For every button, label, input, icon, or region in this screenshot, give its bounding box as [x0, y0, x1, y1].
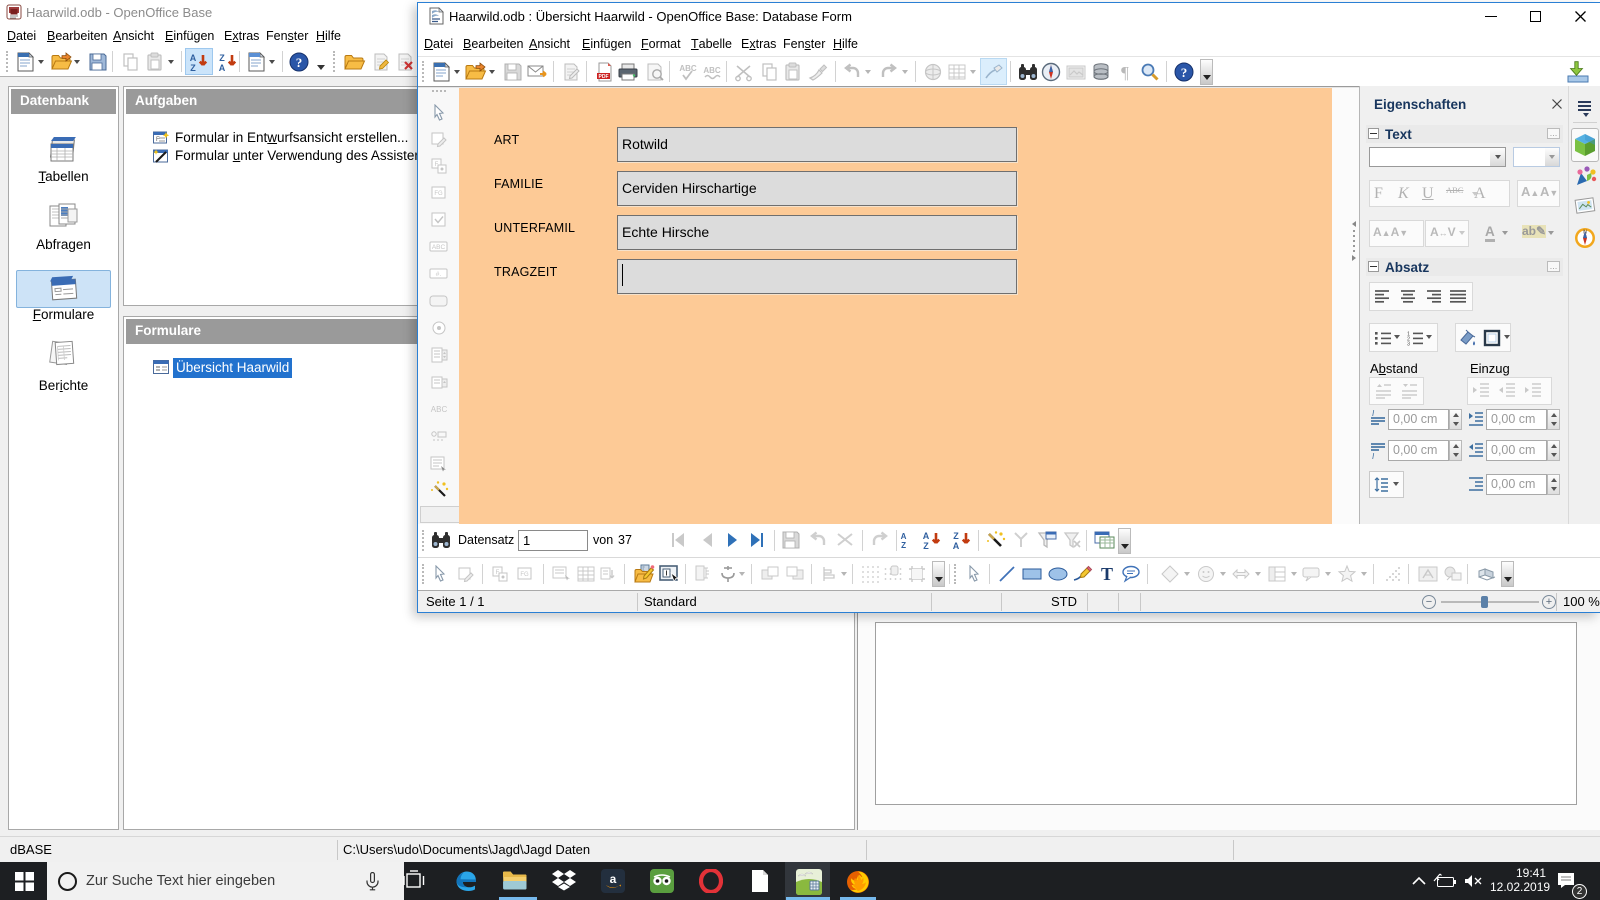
svg-text:?: ? — [296, 55, 303, 70]
svg-text:Z: Z — [901, 541, 906, 550]
svg-text:3: 3 — [1407, 342, 1410, 348]
svg-text:I: I — [1372, 452, 1375, 460]
svg-text:A: A — [953, 541, 960, 550]
svg-text:PDF: PDF — [599, 74, 609, 80]
svg-text:A: A — [901, 532, 907, 541]
svg-text:Z: Z — [190, 63, 196, 72]
svg-text:ABC: ABC — [679, 64, 697, 73]
svg-text:FG: FG — [520, 572, 529, 578]
svg-text:ABC: ABC — [703, 66, 721, 75]
svg-text:?: ? — [1181, 65, 1188, 80]
svg-text:A: A — [219, 63, 226, 72]
svg-text:a: a — [610, 872, 617, 886]
svg-text:FG: FG — [434, 191, 443, 197]
svg-text:¶: ¶ — [1121, 63, 1129, 82]
svg-text:#.: #. — [436, 271, 442, 278]
svg-text:A: A — [923, 531, 930, 541]
svg-text:Z: Z — [923, 541, 929, 550]
svg-text:Z: Z — [219, 53, 225, 63]
svg-text:N: N — [1583, 230, 1587, 236]
svg-text:I: I — [1372, 409, 1375, 418]
svg-text:ABC: ABC — [432, 244, 446, 251]
svg-text:ABC: ABC — [431, 405, 448, 414]
svg-text:A: A — [190, 53, 197, 63]
svg-text:Z: Z — [953, 531, 959, 541]
